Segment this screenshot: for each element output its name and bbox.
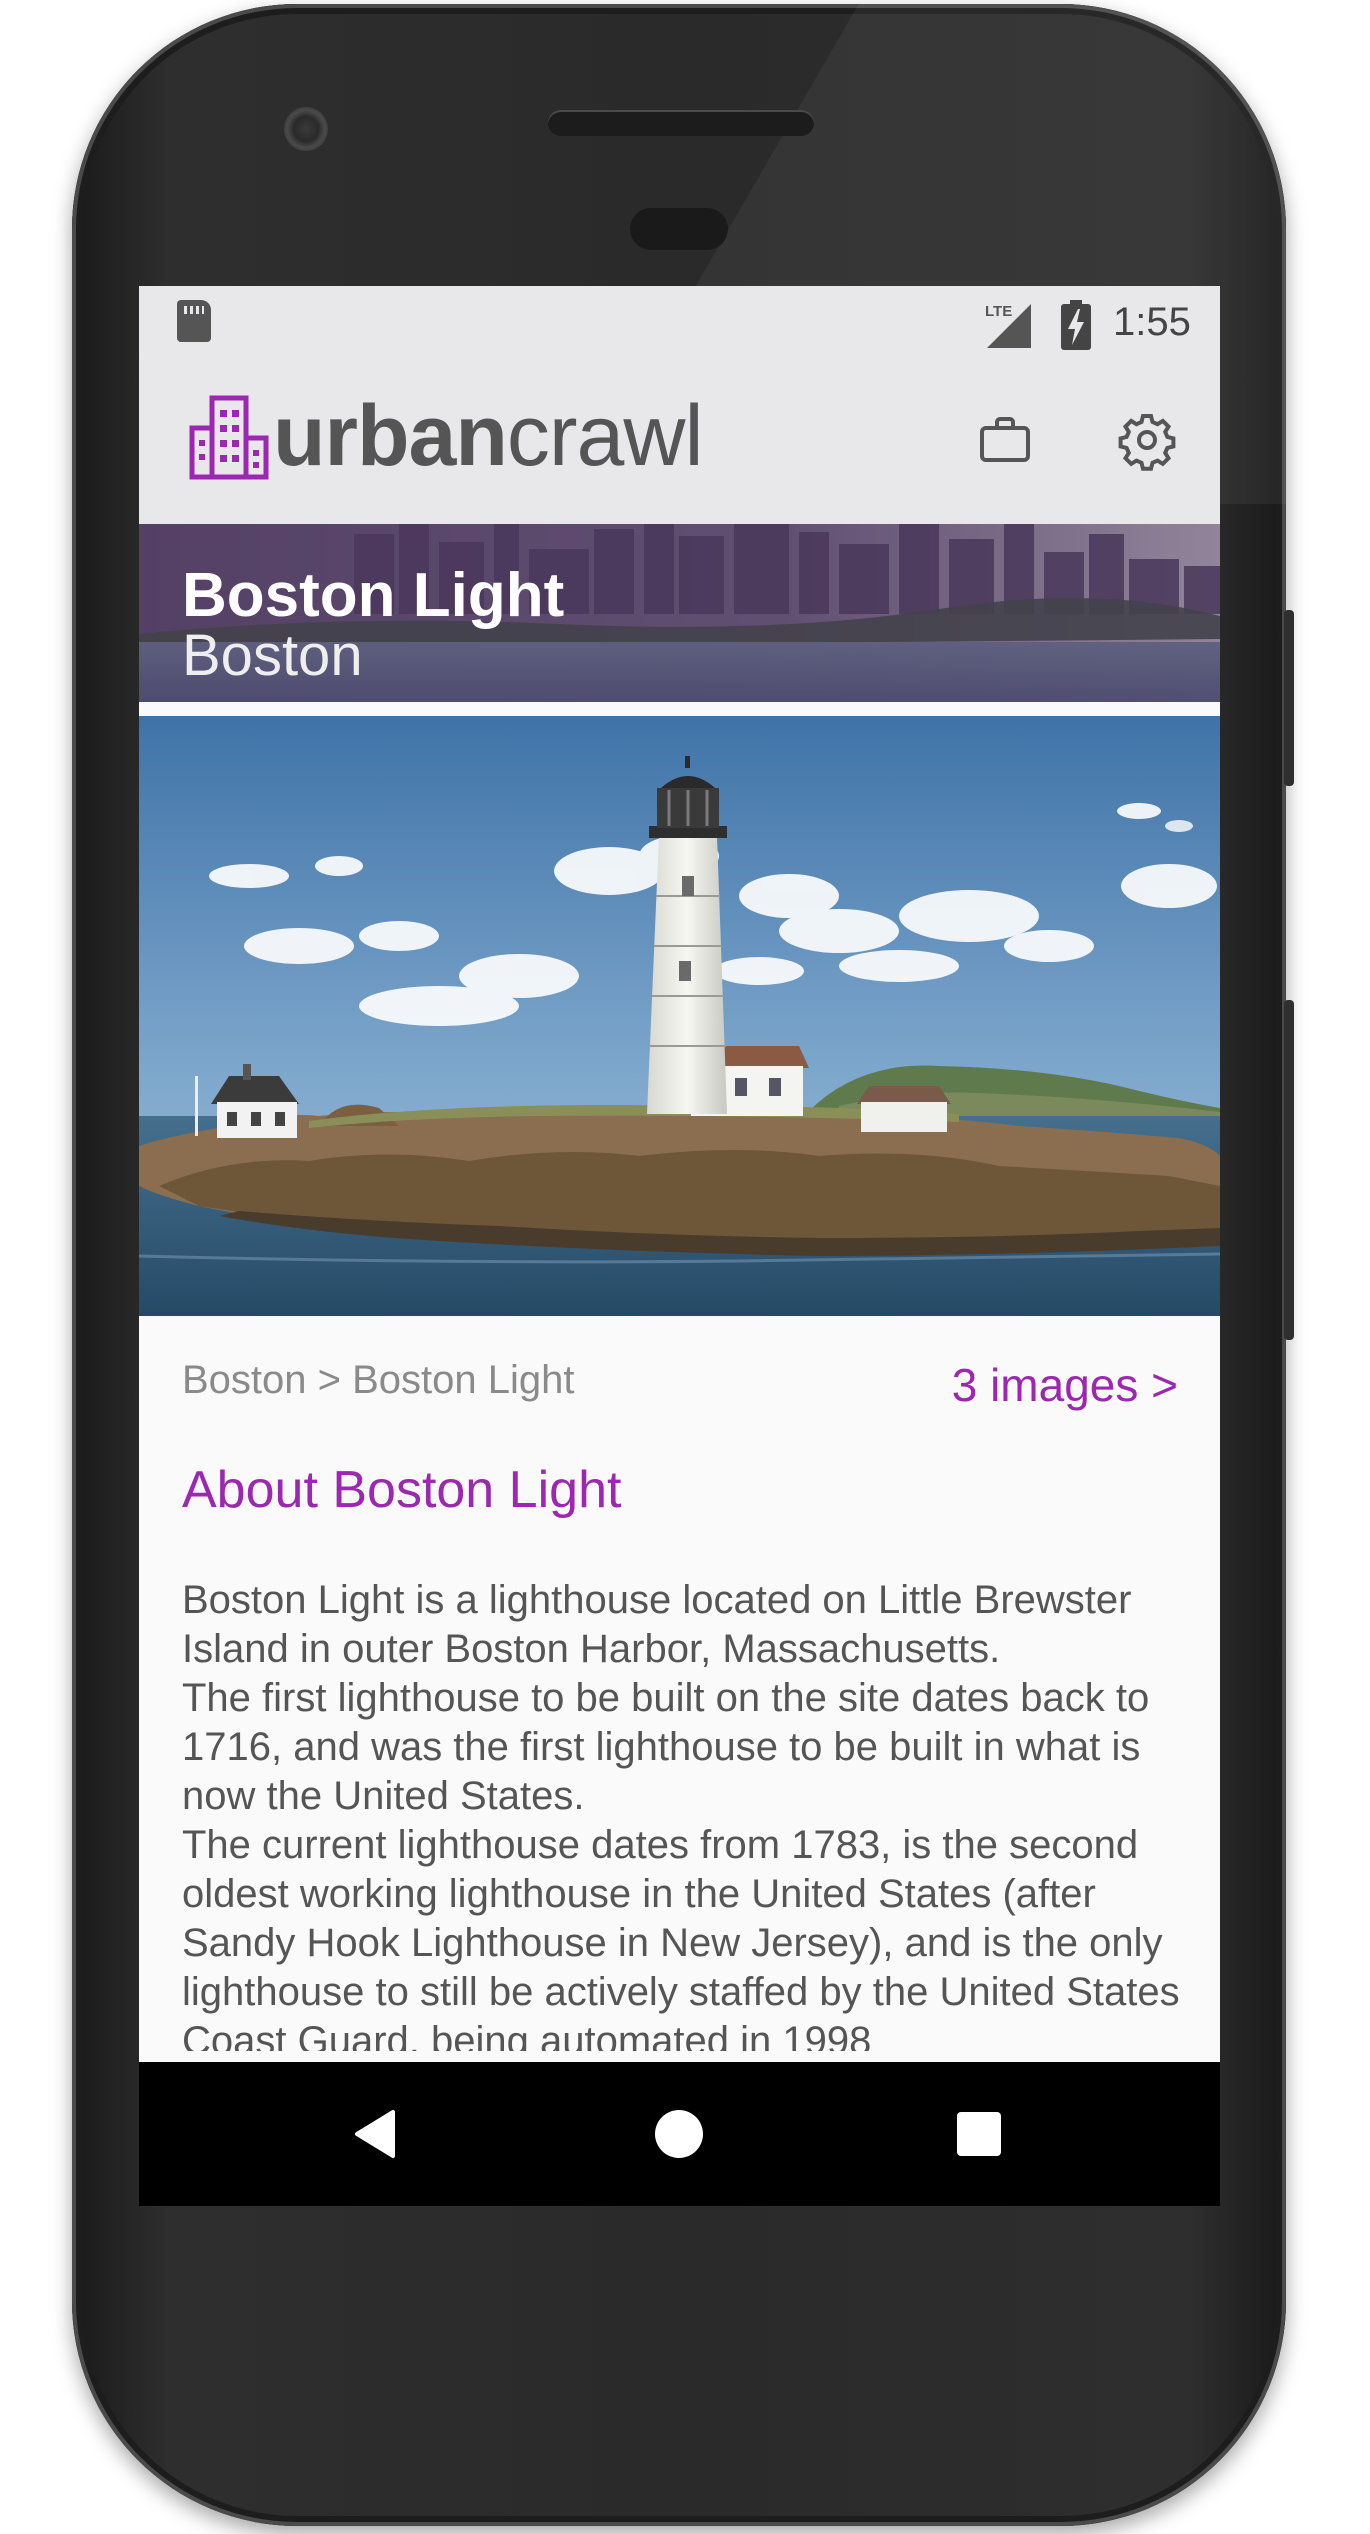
brand-wordmark: urbancrawl (273, 386, 704, 486)
status-bar: LTE 1:55 (139, 286, 1220, 360)
detail-content: Boston > Boston Light 3 images > About B… (139, 1316, 1220, 2051)
about-text: Boston Light is a lighthouse located on … (182, 1576, 1182, 2051)
battery-charging-icon (1061, 300, 1091, 350)
screen: LTE 1:55 urbancrawl Boston Light Boston … (139, 286, 1220, 2206)
power-button (1284, 610, 1294, 786)
lighthouse-photo[interactable] (139, 716, 1220, 1316)
brand-light: crawl (506, 388, 704, 484)
about-paragraph: The first lighthouse to be built on the … (182, 1676, 1150, 1818)
back-icon[interactable] (347, 2104, 407, 2164)
images-link[interactable]: 3 images > (952, 1358, 1178, 1412)
breadcrumb[interactable]: Boston > Boston Light (182, 1358, 575, 1403)
home-icon[interactable] (649, 2104, 709, 2164)
front-camera (284, 107, 328, 151)
sd-card-icon (177, 300, 211, 342)
about-heading: About Boston Light (182, 1461, 622, 1519)
about-paragraph: Boston Light is a lighthouse located on … (182, 1578, 1132, 1671)
earpiece-speaker (548, 110, 814, 136)
volume-button (1284, 1000, 1294, 1340)
header-banner: Boston Light Boston (139, 524, 1220, 702)
gear-icon[interactable] (1115, 408, 1179, 472)
lte-signal-icon: LTE (985, 303, 1031, 348)
about-paragraph: The current lighthouse dates from 1783, … (182, 1823, 1180, 2051)
brand-bold: urban (273, 388, 508, 484)
building-logo-icon (189, 395, 269, 480)
recents-icon[interactable] (949, 2104, 1009, 2164)
proximity-sensor (630, 208, 728, 250)
page-title: Boston Light (182, 561, 565, 630)
svg-text:LTE: LTE (985, 303, 1012, 320)
briefcase-icon[interactable] (973, 408, 1037, 472)
app-toolbar: urbancrawl (139, 360, 1220, 524)
system-nav-bar (139, 2062, 1220, 2206)
clock: 1:55 (1113, 300, 1191, 344)
page-subtitle: Boston (182, 623, 363, 688)
